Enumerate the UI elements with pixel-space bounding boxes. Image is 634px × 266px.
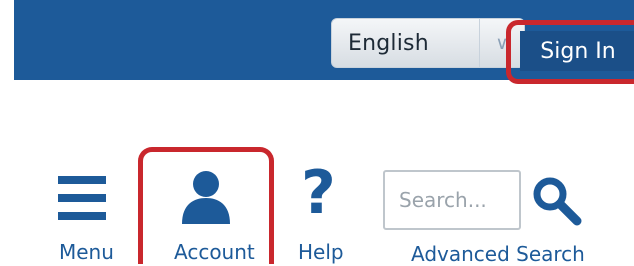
advanced-search-link[interactable]: Advanced Search — [411, 242, 585, 266]
search-input[interactable] — [385, 172, 519, 228]
menu-label: Menu — [59, 240, 114, 264]
language-selected-value: English — [348, 30, 429, 56]
sign-in-label: Sign In — [540, 38, 616, 64]
hamburger-menu-icon — [58, 176, 106, 220]
user-icon — [182, 171, 230, 224]
sign-in-button[interactable]: Sign In — [520, 31, 634, 71]
sign-in-highlight: Sign In — [506, 20, 634, 84]
help-question-icon: ? — [301, 158, 336, 228]
search-field[interactable] — [383, 170, 521, 230]
search-icon[interactable] — [531, 175, 583, 227]
help-label: Help — [298, 240, 344, 264]
account-label: Account — [174, 240, 255, 264]
language-select[interactable]: English ∨ — [331, 18, 525, 68]
